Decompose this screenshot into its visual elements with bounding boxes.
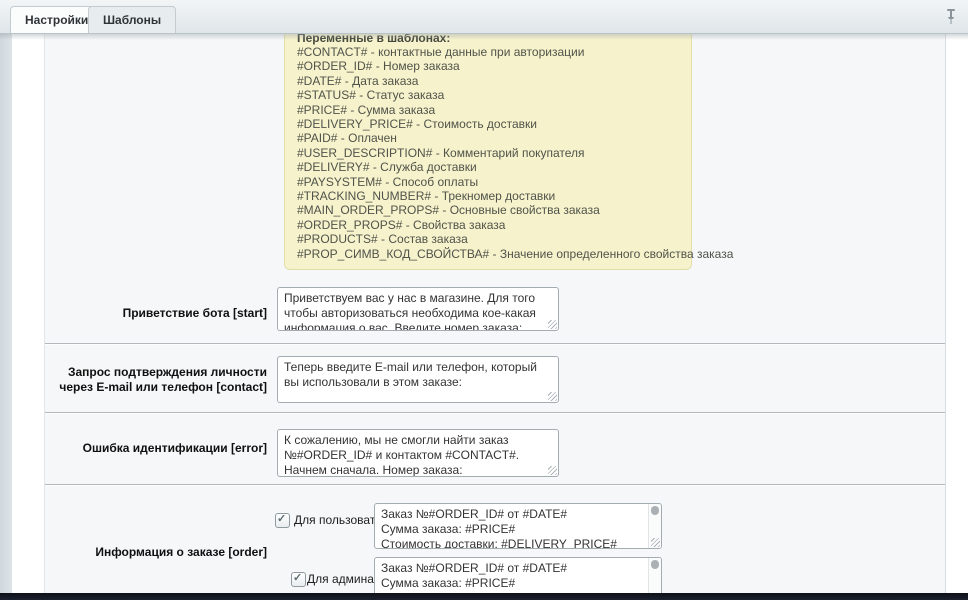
contact-message-textarea[interactable]: Теперь введите E-mail или телефон, котор… [277,356,559,403]
check-icon: ✓ [293,571,302,584]
variable-item: #PAYSYSTEM# - Способ оплаты [297,175,679,189]
bottom-window-edge [0,593,968,600]
tabbar-shadow [0,34,968,40]
textarea-scrollbar[interactable] [648,558,661,593]
variable-item: #PRICE# - Сумма заказа [297,103,679,117]
check-icon: ✓ [277,512,286,525]
variable-item: #DELIVERY# - Служба доставки [297,160,679,174]
variable-item: #ORDER_PROPS# - Свойства заказа [297,218,679,232]
variable-item: #DELIVERY_PRICE# - Стоимость доставки [297,117,679,131]
bot-settings-page: Переменные в шаблонах: #CONTACT# - конта… [0,0,968,600]
field-label-contact: Запрос подтверждения личности через E-ma… [45,365,267,395]
pin-icon[interactable] [944,8,958,25]
template-variables-note: Переменные в шаблонах: #CONTACT# - конта… [284,34,692,270]
field-label-start: Приветствие бота [start] [45,306,267,321]
variable-item: #CONTACT# - контактные данные при автори… [297,45,679,59]
variables-list: #CONTACT# - контактные данные при автори… [297,45,679,261]
field-label-order: Информация о заказе [order] [45,545,267,560]
variable-item: #MAIN_ORDER_PROPS# - Основные свойства з… [297,203,679,217]
variable-item: #STATUS# - Статус заказа [297,88,679,102]
start-textarea-wrap: Приветствуем вас у нас в магазине. Для т… [277,287,559,331]
left-gutter [0,34,12,600]
order-user-textarea[interactable]: Заказ №#ORDER_ID# от #DATE# Сумма заказа… [374,503,662,549]
for-user-checkbox[interactable]: ✓ [275,513,290,528]
error-textarea-wrap: К сожалению, мы не смогли найти заказ №#… [277,429,559,477]
field-label-error: Ошибка идентификации [error] [45,441,267,456]
variable-item: #PROP_СИМВ_КОД_СВОЙСТВА# - Значение опре… [297,247,679,261]
for-admin-checkbox-label: Для админа [307,572,374,587]
variable-item: #PAID# - Оплачен [297,131,679,145]
scrollbar-thumb[interactable] [651,560,659,569]
order-admin-textarea-wrap: Заказ №#ORDER_ID# от #DATE# Сумма заказа… [374,557,662,593]
start-message-textarea[interactable]: Приветствуем вас у нас в магазине. Для т… [277,287,559,331]
variable-item: #USER_DESCRIPTION# - Комментарий покупат… [297,146,679,160]
variable-item: #DATE# - Дата заказа [297,74,679,88]
variable-item: #PRODUCTS# - Состав заказа [297,232,679,246]
order-user-textarea-wrap: Заказ №#ORDER_ID# от #DATE# Сумма заказа… [374,503,662,549]
variable-item: #TRACKING_NUMBER# - Трекномер доставки [297,189,679,203]
row-divider [45,412,945,414]
for-admin-checkbox[interactable]: ✓ [291,572,306,587]
textarea-scrollbar[interactable] [648,504,661,548]
order-admin-textarea[interactable]: Заказ №#ORDER_ID# от #DATE# Сумма заказа… [374,557,662,593]
scrollbar-thumb[interactable] [651,506,659,515]
tab-templates[interactable]: Шаблоны [88,6,176,33]
variable-item: #ORDER_ID# - Номер заказа [297,59,679,73]
row-divider [45,484,945,486]
contact-textarea-wrap: Теперь введите E-mail или телефон, котор… [277,356,559,403]
error-message-textarea[interactable]: К сожалению, мы не смогли найти заказ №#… [277,429,559,477]
settings-form-panel: Переменные в шаблонах: #CONTACT# - конта… [44,34,946,593]
row-divider [45,343,945,345]
admin-tabbar: Настройки Шаблоны [0,0,968,34]
